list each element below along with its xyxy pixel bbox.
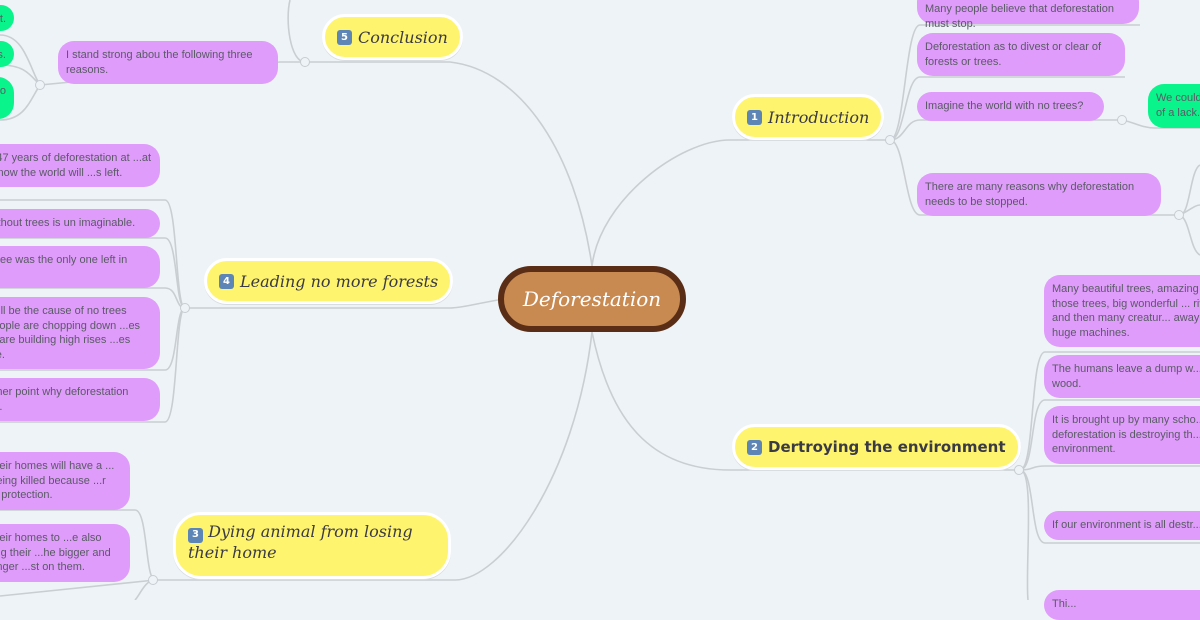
- connector-node[interactable]: [1014, 465, 1024, 475]
- connector-node[interactable]: [885, 135, 895, 145]
- leaf-conclusion-reasons[interactable]: I stand strong abou the following three …: [58, 41, 278, 84]
- connector-node[interactable]: [300, 57, 310, 67]
- leaf-destroying-3[interactable]: It is brought up by many scho... defores…: [1044, 406, 1200, 464]
- leaf-destroying-2[interactable]: The humans leave a dump w... of wood.: [1044, 355, 1200, 398]
- leaf-leading-3[interactable]: ...t tree was the only one left in: [0, 246, 160, 288]
- connector-node[interactable]: [35, 80, 45, 90]
- number-1-icon: 1: [747, 109, 762, 125]
- leaf-intro-2[interactable]: Deforestation as to divest or clear of f…: [917, 33, 1125, 76]
- leaf-intro-green[interactable]: We could ... of a lack...: [1148, 84, 1200, 128]
- leaf-destroying-1[interactable]: Many beautiful trees, amazing ... in tho…: [1044, 275, 1200, 347]
- leaf-leading-1[interactable]: ...d 47 years of deforestation at ...at …: [0, 144, 160, 187]
- topic-label: Dertroying the environment: [768, 438, 1006, 456]
- topic-label: Leading no more forests: [240, 271, 439, 291]
- topic-label: Introduction: [768, 107, 870, 127]
- leaf-leading-5[interactable]: ...other point why deforestation ...op.: [0, 378, 160, 421]
- topic-dying-animal[interactable]: 3 Dying animal from losing their home: [173, 512, 451, 579]
- leaf-dying-1[interactable]: ... their homes will have a ... of being…: [0, 452, 130, 510]
- leaf-leading-2[interactable]: ...without trees is un imaginable.: [0, 209, 160, 238]
- number-3-icon: 3: [188, 527, 203, 543]
- number-4-icon: 4: [219, 273, 234, 289]
- topic-conclusion[interactable]: 5 Conclusion: [322, 14, 463, 60]
- connector-node[interactable]: [180, 303, 190, 313]
- leaf-destroying-4[interactable]: If our environment is all destr...: [1044, 511, 1200, 540]
- leaf-destroying-5[interactable]: Thi...: [1044, 590, 1200, 620]
- connector-node[interactable]: [148, 575, 158, 585]
- topic-leading-no-more-forests[interactable]: 4 Leading no more forests: [204, 258, 454, 304]
- number-2-icon: 2: [747, 439, 762, 455]
- leaf-dying-2[interactable]: ... their homes to ...e also losing thei…: [0, 524, 130, 582]
- topic-introduction[interactable]: 1 Introduction: [732, 94, 885, 140]
- leaf-intro-3[interactable]: Imagine the world with no trees?: [917, 92, 1104, 121]
- central-topic-label: Deforestation: [522, 287, 662, 311]
- connector-node[interactable]: [1174, 210, 1184, 220]
- leaf-leading-4[interactable]: ... will be the cause of no trees ...peo…: [0, 297, 160, 369]
- central-topic[interactable]: Deforestation: [498, 266, 686, 332]
- number-5-icon: 5: [337, 29, 352, 45]
- topic-label: Conclusion: [358, 27, 448, 47]
- leaf-intro-4[interactable]: There are many reasons why deforestation…: [917, 173, 1161, 216]
- topic-destroying-environment[interactable]: 2 Dertroying the environment: [732, 424, 1021, 470]
- leaf-intro-1[interactable]: Many people believe that deforestation m…: [917, 0, 1139, 30]
- connector-node[interactable]: [1117, 115, 1127, 125]
- topic-label: Dying animal from losing their home: [188, 522, 413, 562]
